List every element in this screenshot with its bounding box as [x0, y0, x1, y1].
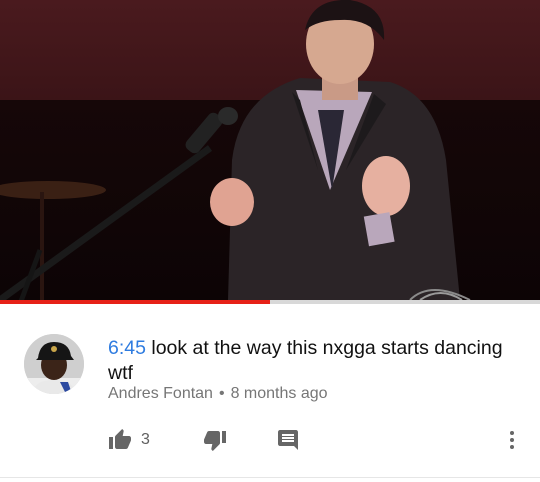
timestamp-link[interactable]: 6:45	[108, 337, 146, 359]
more-vert-icon	[510, 431, 514, 449]
cymbal	[0, 181, 106, 199]
divider	[0, 477, 540, 478]
comment-card: 6:45 look at the way this nxgga starts d…	[0, 304, 540, 482]
avatar[interactable]	[24, 334, 84, 394]
thumbs-down-icon	[204, 431, 226, 451]
reply-icon	[278, 430, 298, 450]
comment-meta: Andres Fontan • 8 months ago	[108, 385, 328, 403]
author-name[interactable]: Andres Fontan	[108, 385, 213, 402]
comment-body: 6:45 look at the way this nxgga starts d…	[108, 336, 518, 386]
meta-separator: •	[218, 385, 225, 402]
comment-actions: 3	[0, 424, 540, 464]
avatar-image	[24, 334, 84, 394]
like-button[interactable]: 3	[108, 424, 150, 456]
dislike-button[interactable]	[203, 424, 227, 456]
comment-age: 8 months ago	[230, 385, 328, 402]
reply-button[interactable]	[276, 424, 300, 456]
performer-right-hand	[362, 156, 410, 216]
like-count: 3	[141, 431, 150, 448]
video-frame-scene	[0, 0, 471, 304]
comment-text: look at the way this nxgga starts dancin…	[108, 337, 503, 384]
more-options-button[interactable]	[500, 424, 524, 456]
performer-left-hand	[210, 178, 254, 226]
thumbs-up-icon	[109, 429, 131, 449]
video-player[interactable]	[0, 0, 540, 304]
